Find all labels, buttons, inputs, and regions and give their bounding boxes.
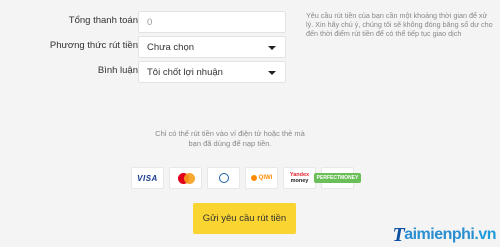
qiwi-text: QIWI <box>258 175 273 181</box>
submit-withdrawal-button[interactable]: Gửi yêu cầu rút tiền <box>193 203 296 234</box>
amount-input[interactable]: 0 <box>138 11 286 33</box>
comment-row: Bình luận Tôi chốt lợi nhuận <box>0 61 500 85</box>
withdrawal-note: Yêu cầu rút tiền của bạn cần một khoảng … <box>306 11 493 39</box>
watermark-logo: T aimienphi .vn <box>392 224 496 246</box>
money-text: money <box>290 178 309 184</box>
method-select-value: Chưa chọn <box>147 42 195 53</box>
perfectmoney-text: PERFECTMONEY <box>313 173 362 183</box>
chevron-down-icon <box>268 71 276 75</box>
method-row: Phương thức rút tiền Chưa chọn <box>0 36 500 60</box>
yandex-money-logo: Yandex money <box>283 167 316 189</box>
perfectmoney-logo: PERFECTMONEY <box>313 167 362 189</box>
chevron-down-icon <box>268 46 276 50</box>
qiwi-logo: QIWI <box>245 167 278 189</box>
comment-label: Bình luận <box>97 65 138 76</box>
mastercard-circle-orange <box>184 173 195 184</box>
comment-select-value: Tôi chốt lợi nhuận <box>147 67 223 78</box>
watermark-suffix: .vn <box>474 226 496 243</box>
qiwi-icon <box>250 175 257 181</box>
watermark-main: aimienphi <box>404 226 475 243</box>
mastercard-logo <box>169 167 202 189</box>
withdrawal-info: Chỉ có thể rút tiền vào ví điện tử hoặc … <box>155 129 305 148</box>
payment-methods: VISA QIWI Yandex money PERFECTMONEY <box>131 167 362 189</box>
method-label: Phương thức rút tiền <box>49 40 138 51</box>
watermark-letter: T <box>392 224 405 246</box>
method-select[interactable]: Chưa chọn <box>138 36 286 58</box>
webmoney-logo <box>207 167 240 189</box>
amount-label: Tổng thanh toán <box>68 15 138 26</box>
globe-icon <box>218 172 229 183</box>
comment-select[interactable]: Tôi chốt lợi nhuận <box>138 61 286 83</box>
visa-logo: VISA <box>131 167 164 189</box>
